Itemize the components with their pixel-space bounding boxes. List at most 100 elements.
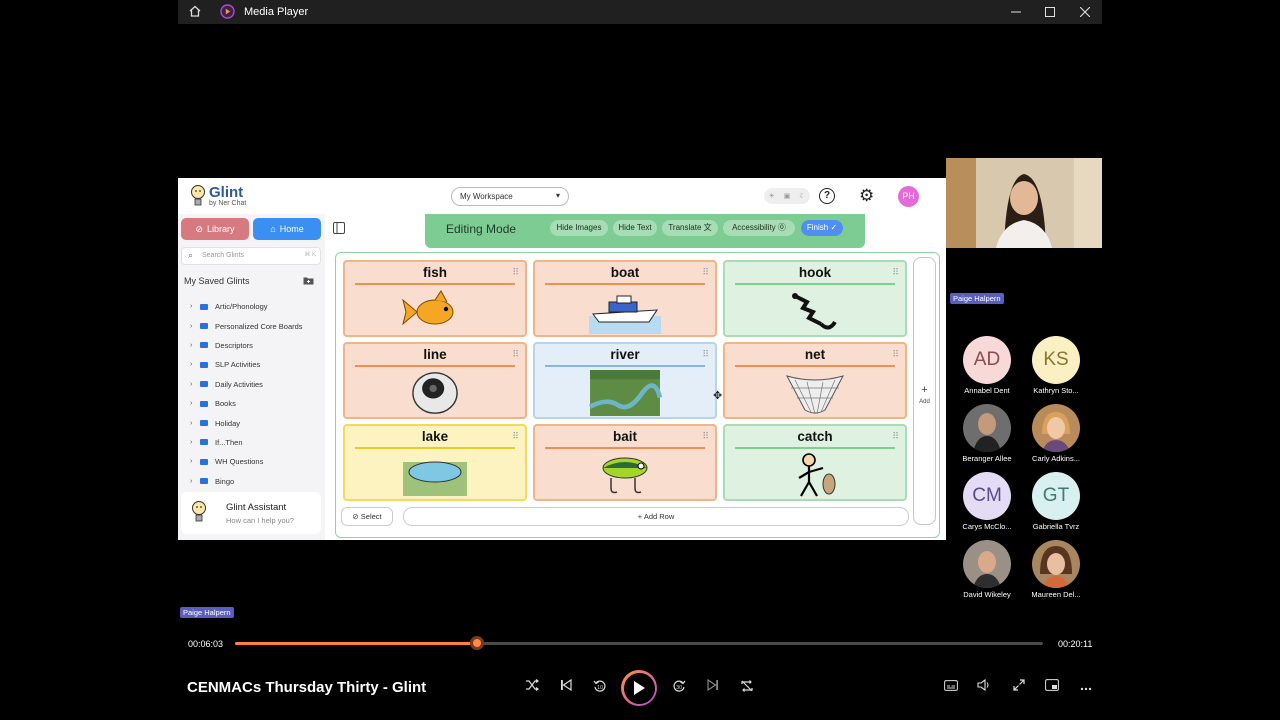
folder-label: SLP Activities	[215, 360, 261, 370]
tile-boat[interactable]: boat ⠿	[533, 260, 717, 337]
library-button[interactable]: ⊘ Library	[181, 218, 249, 240]
add-row-button[interactable]: + Add Row	[403, 507, 909, 526]
rewind-10-icon[interactable]: 10	[590, 679, 610, 696]
tile-catch[interactable]: catch ⠿	[723, 424, 907, 501]
home-button[interactable]: ⌂ Home	[253, 218, 321, 240]
tile-lake[interactable]: lake ⠿	[343, 424, 527, 501]
tile-line[interactable]: line ⠿	[343, 342, 527, 419]
fullscreen-icon[interactable]	[1009, 679, 1029, 694]
moon-icon[interactable]: ☾	[799, 192, 805, 200]
tile-bait[interactable]: bait ⠿	[533, 424, 717, 501]
participant-tile[interactable]: Carly Adkins...	[1021, 404, 1091, 463]
gear-icon[interactable]: ⚙	[859, 186, 874, 206]
plus-icon: +	[921, 384, 928, 396]
home-icon[interactable]	[188, 4, 202, 23]
accessibility-label: Accessibility	[732, 223, 776, 232]
repeat-off-icon[interactable]	[737, 679, 757, 696]
folder-item[interactable]: › Books	[190, 394, 320, 413]
folder-item[interactable]: › WH Questions	[190, 452, 320, 471]
tile-river[interactable]: river ⠿	[533, 342, 717, 419]
drag-handle-icon[interactable]: ⠿	[892, 349, 899, 360]
participant-tile[interactable]: Beranger Allee	[952, 404, 1022, 463]
svg-text:30: 30	[676, 685, 682, 691]
participant-tile[interactable]: David Wikeley	[952, 540, 1022, 599]
fishing-lure-icon	[602, 457, 648, 494]
captions-icon[interactable]	[941, 679, 961, 694]
boat-icon	[589, 295, 661, 334]
user-avatar[interactable]: PH	[898, 186, 919, 207]
accessibility-icon: ⓪	[777, 223, 786, 232]
volume-icon[interactable]	[974, 678, 994, 694]
seek-bar-thumb[interactable]	[470, 636, 485, 650]
sidebar-collapse-icon[interactable]	[333, 222, 345, 237]
workspace-select[interactable]: My Workspace ▾	[451, 187, 569, 206]
chevron-right-icon: ›	[190, 477, 193, 485]
tile-label: river	[610, 347, 640, 362]
tile-label: catch	[797, 429, 833, 444]
hide-text-button[interactable]: Hide Text	[613, 220, 657, 236]
folder-item[interactable]: › Bingo	[190, 472, 320, 491]
drag-handle-icon[interactable]: ⠿	[512, 267, 519, 278]
translate-button[interactable]: Translate 文	[662, 220, 718, 236]
folder-item[interactable]: › Daily Activities	[190, 375, 320, 394]
forward-30-icon[interactable]: 30	[669, 679, 689, 696]
sun-icon[interactable]: ☀	[768, 192, 774, 200]
more-options-icon[interactable]	[1076, 679, 1096, 694]
mini-player-icon[interactable]	[1042, 679, 1062, 694]
select-button[interactable]: ⊘ Select	[341, 507, 393, 526]
participant-tile[interactable]: KS Kathryn Sto...	[1021, 336, 1091, 395]
participant-tile[interactable]: Maureen Del...	[1021, 540, 1091, 599]
previous-icon[interactable]	[556, 678, 576, 694]
folder-item[interactable]: › Descriptors	[190, 336, 320, 355]
maximize-button[interactable]	[1033, 2, 1067, 22]
play-icon	[634, 681, 645, 695]
accessibility-button[interactable]: Accessibility ⓪	[723, 220, 795, 236]
minimize-button[interactable]	[999, 2, 1033, 22]
tile-fish[interactable]: fish ⠿	[343, 260, 527, 337]
search-input[interactable]: ⌕ Search Glints ⌘ K	[181, 247, 321, 265]
chevron-right-icon: ›	[190, 458, 193, 466]
tile-label: net	[804, 347, 826, 362]
folder-label: If...Then	[215, 437, 243, 447]
folder-item[interactable]: › SLP Activities	[190, 355, 320, 374]
seek-bar[interactable]	[235, 642, 1043, 645]
tile-label: line	[423, 347, 447, 362]
current-time: 00:06:03	[188, 639, 224, 649]
presenter-name-chip: Paige Halpern	[950, 293, 1004, 304]
add-column-button[interactable]: + Add	[913, 257, 936, 525]
folder-item[interactable]: › Artic/Phonology	[190, 297, 320, 316]
drag-handle-icon[interactable]: ⠿	[702, 349, 709, 360]
tile-hook[interactable]: hook ⠿	[723, 260, 907, 337]
participant-tile[interactable]: GT Gabriella Tvrz	[1021, 472, 1091, 531]
svg-text:10: 10	[597, 685, 603, 691]
next-icon[interactable]	[703, 678, 723, 694]
folder-item[interactable]: › If...Then	[190, 433, 320, 452]
participant-photo	[963, 404, 1011, 452]
workspace-select-value: My Workspace	[460, 192, 513, 201]
add-folder-icon[interactable]	[303, 276, 314, 287]
drag-handle-icon[interactable]: ⠿	[702, 267, 709, 278]
chevron-right-icon: ›	[190, 380, 193, 388]
hide-images-button[interactable]: Hide Images	[550, 220, 608, 236]
folder-icon	[200, 458, 208, 465]
help-icon[interactable]: ?	[819, 188, 835, 204]
tile-net[interactable]: net ⠿	[723, 342, 907, 419]
drag-handle-icon[interactable]: ⠿	[512, 349, 519, 360]
theme-toggle[interactable]: ☀ ▣ ☾	[764, 188, 810, 204]
folder-label: Personalized Core Boards	[215, 321, 303, 331]
media-player-app-icon	[220, 4, 235, 24]
drag-handle-icon[interactable]: ⠿	[512, 431, 519, 442]
participant-tile[interactable]: AD Annabel Dent	[952, 336, 1022, 395]
play-button[interactable]	[621, 670, 657, 706]
drag-handle-icon[interactable]: ⠿	[892, 267, 899, 278]
screen-icon[interactable]: ▣	[784, 192, 791, 200]
drag-handle-icon[interactable]: ⠿	[892, 431, 899, 442]
finish-button[interactable]: Finish ✓	[801, 220, 843, 236]
folder-item[interactable]: › Personalized Core Boards	[190, 316, 320, 335]
participant-tile[interactable]: CM Carys McClo...	[952, 472, 1022, 531]
shuffle-icon[interactable]	[522, 679, 542, 694]
glint-assistant[interactable]: Glint Assistant How can I help you?	[181, 492, 321, 534]
close-button[interactable]	[1068, 2, 1102, 22]
drag-handle-icon[interactable]: ⠿	[702, 431, 709, 442]
folder-item[interactable]: › Holiday	[190, 413, 320, 432]
